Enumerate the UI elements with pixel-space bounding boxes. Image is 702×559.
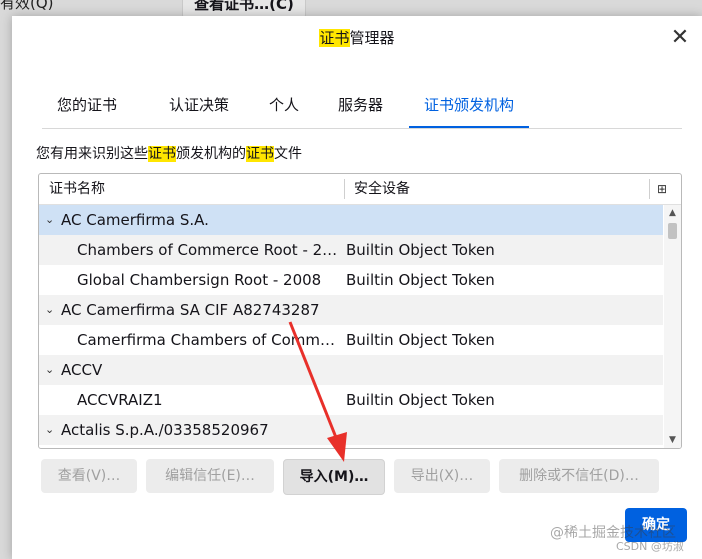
column-picker-icon[interactable]: ⊞ [657, 174, 667, 204]
cert-name: Global Chambersign Root - 2008 [77, 271, 322, 289]
desc-highlight-2: 证书 [246, 146, 274, 162]
cert-name: Camerfirma Chambers of Commer... [77, 331, 339, 349]
tree-cert-row[interactable]: Chambers of Commerce Root - 2008 Builtin… [39, 235, 663, 265]
title-bar: 证书管理器 ✕ [12, 16, 702, 60]
twisty-icon[interactable]: ⌄ [45, 415, 54, 445]
description-text: 您有用来识别这些证书颁发机构的证书文件 [36, 143, 302, 163]
twisty-icon[interactable]: ⌄ [45, 355, 54, 385]
tree-group-row[interactable]: ⌄ Actalis S.p.A./03358520967 [39, 415, 663, 445]
tree-cert-row[interactable]: Camerfirma Chambers of Commer... Builtin… [39, 325, 663, 355]
desc-highlight-1: 证书 [148, 146, 176, 162]
view-button[interactable]: 查看(V)… [41, 459, 137, 493]
scroll-up-icon[interactable]: ▲ [664, 205, 681, 221]
twisty-icon[interactable]: ⌄ [45, 205, 54, 235]
import-button[interactable]: 导入(M)… [283, 459, 385, 495]
certificate-tree: 证书名称 安全设备 ⊞ ⌄ AC Camerfirma S.A. Chamber… [38, 173, 682, 449]
cert-device: Builtin Object Token [346, 271, 495, 289]
column-separator[interactable] [344, 179, 345, 199]
column-header-device[interactable]: 安全设备 [354, 174, 410, 204]
cert-name: Chambers of Commerce Root - 2008 [77, 241, 339, 259]
tab-bar: 您的证书 认证决策 个人 服务器 证书颁发机构 [42, 86, 682, 129]
dialog-title: 证书管理器 [12, 27, 702, 48]
scroll-down-icon[interactable]: ▼ [664, 432, 681, 448]
desc-part-3: 文件 [274, 146, 302, 162]
cert-device: Builtin Object Token [346, 241, 495, 259]
desc-part-1: 您有用来识别这些 [36, 146, 148, 162]
edit-trust-button[interactable]: 编辑信任(E)… [146, 459, 274, 493]
export-button[interactable]: 导出(X)… [394, 459, 490, 493]
certificate-manager-dialog: 证书管理器 ✕ 您的证书 认证决策 个人 服务器 证书颁发机构 您有用来识别这些… [12, 16, 702, 559]
group-name: AC Camerfirma SA CIF A82743287 [61, 301, 320, 319]
twisty-icon[interactable]: ⌄ [45, 295, 54, 325]
tab-your-certificates[interactable]: 您的证书 [42, 86, 132, 126]
tab-authentication-decisions[interactable]: 认证决策 [154, 86, 244, 126]
column-header-name[interactable]: 证书名称 [49, 174, 105, 204]
background-menu-text: 有效(Q) [0, 0, 54, 12]
tree-cert-row[interactable]: Global Chambersign Root - 2008 Builtin O… [39, 265, 663, 295]
cert-device: Builtin Object Token [346, 391, 495, 409]
desc-part-2: 颁发机构的 [176, 146, 246, 162]
table-body: ⌄ AC Camerfirma S.A. Chambers of Commerc… [39, 205, 663, 448]
cert-device: Builtin Object Token [346, 331, 495, 349]
cert-name: ACCVRAIZ1 [77, 391, 163, 409]
watermark-text-secondary: CSDN @坊淑 [616, 540, 684, 553]
column-separator[interactable] [649, 179, 650, 199]
delete-or-distrust-button[interactable]: 删除或不信任(D)… [499, 459, 659, 493]
title-rest: 管理器 [349, 29, 395, 47]
vertical-scrollbar[interactable]: ▲ ▼ [664, 205, 681, 448]
tree-group-row[interactable]: ⌄ AC Camerfirma SA CIF A82743287 [39, 295, 663, 325]
close-icon[interactable]: ✕ [666, 24, 694, 52]
group-name: ACCV [61, 361, 103, 379]
group-name: AC Camerfirma S.A. [61, 211, 209, 229]
tree-group-row[interactable]: ⌄ AC Camerfirma S.A. [39, 205, 663, 235]
group-name: Actalis S.p.A./03358520967 [61, 421, 269, 439]
tree-cert-row[interactable]: ACCVRAIZ1 Builtin Object Token [39, 385, 663, 415]
tab-people[interactable]: 个人 [254, 86, 314, 126]
tab-authorities[interactable]: 证书颁发机构 [409, 86, 530, 128]
tab-servers[interactable]: 服务器 [323, 86, 398, 126]
tree-group-row[interactable]: ⌄ ACCV [39, 355, 663, 385]
table-header: 证书名称 安全设备 ⊞ [39, 174, 681, 205]
scrollbar-thumb[interactable] [668, 223, 677, 239]
title-highlight: 证书 [319, 29, 350, 47]
